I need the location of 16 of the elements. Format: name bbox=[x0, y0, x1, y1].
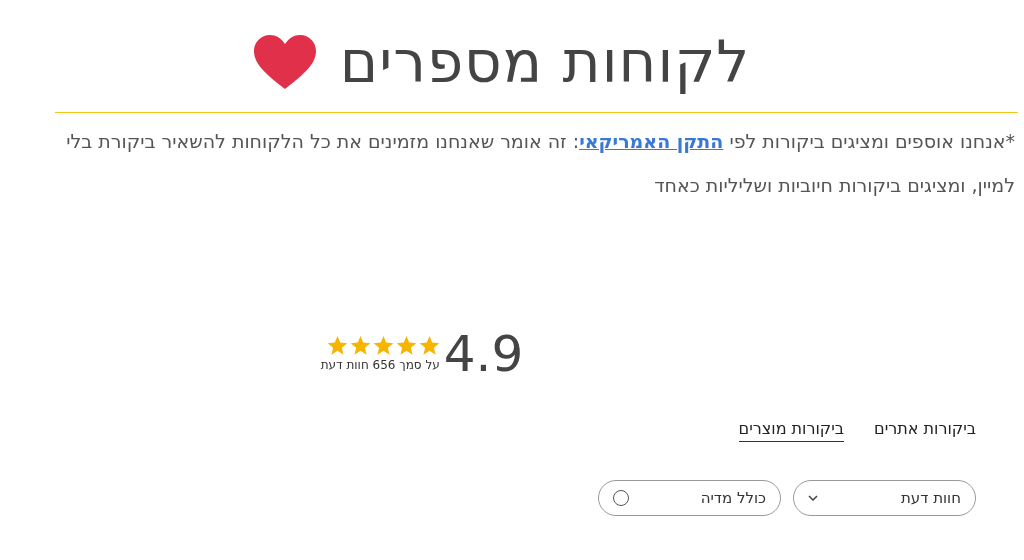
filter-dropdown[interactable]: חוות דעת bbox=[793, 480, 976, 516]
review-policy-notice: *אנחנו אוספים ומציגים ביקורות לפי התקן האמריקאי: זה אומר שאנחנו מזמינים את כל הלקוחות להשאיר ביקורת בלי למיין, ומציגים ביקורות חיוביות ושליליות כאחד bbox=[65, 129, 1015, 198]
star-icon bbox=[349, 336, 371, 356]
review-tab[interactable]: ביקורות מוצרים bbox=[738, 419, 845, 442]
rating-score: 4.9 bbox=[443, 325, 524, 383]
review-tab[interactable]: ביקורות אתרים bbox=[874, 419, 976, 442]
page-title: לקוחות מספרים bbox=[339, 28, 751, 96]
star-icon bbox=[395, 336, 417, 356]
chevron-down-icon bbox=[808, 495, 818, 501]
review-count: על סמך 656 חוות דעת bbox=[320, 358, 440, 372]
heart-icon bbox=[253, 35, 316, 89]
star-icon bbox=[418, 336, 440, 356]
standard-link[interactable]: התקן האמריקאי bbox=[579, 130, 724, 152]
media-filter-button[interactable]: כולל מדיה bbox=[598, 480, 781, 516]
star-icon bbox=[326, 336, 348, 356]
star-icon bbox=[372, 336, 394, 356]
